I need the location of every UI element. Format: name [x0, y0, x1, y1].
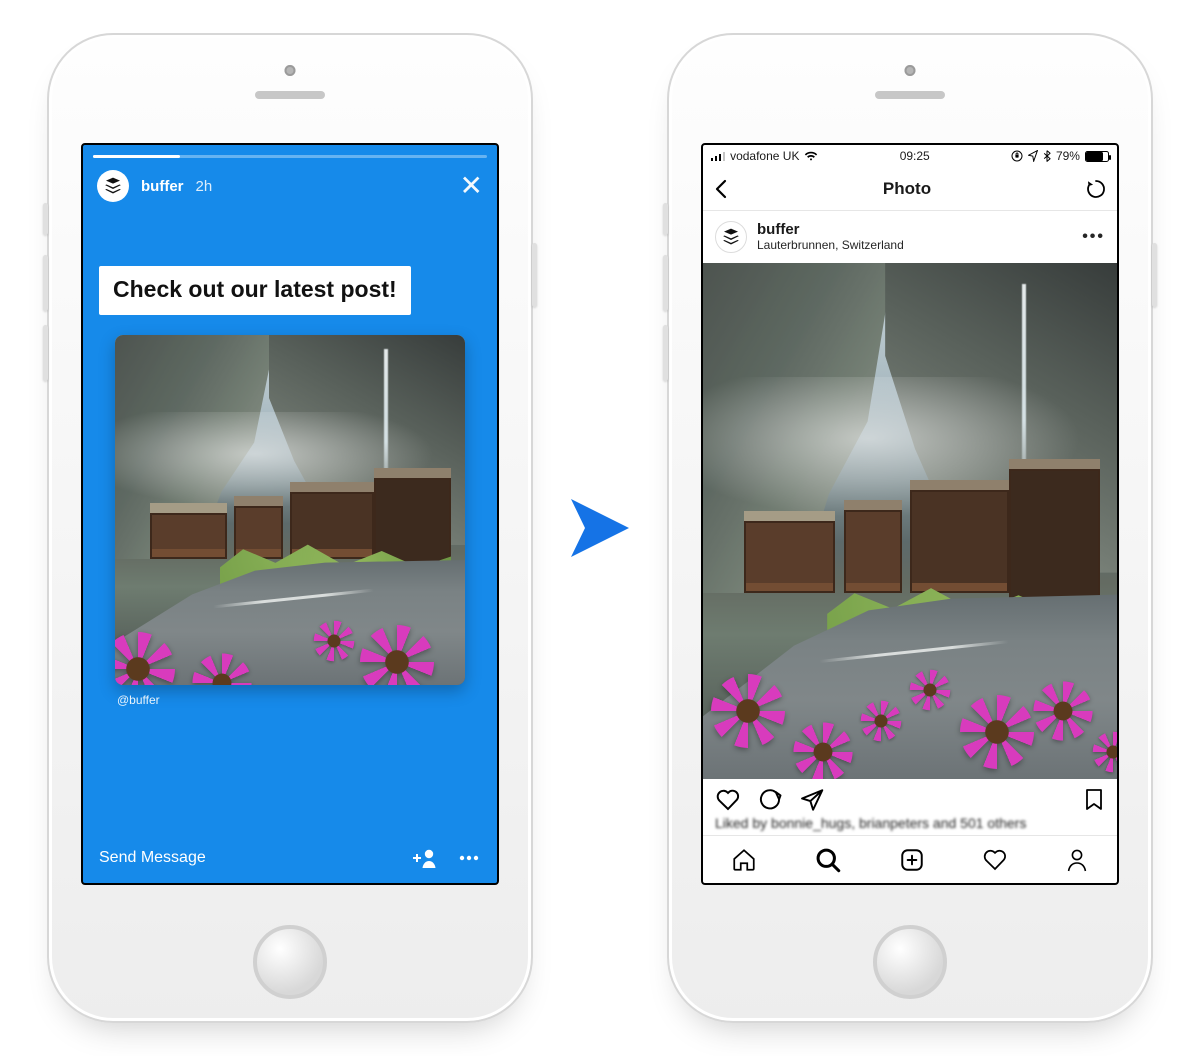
wifi-icon [804, 151, 818, 161]
tab-activity-icon[interactable] [982, 847, 1008, 873]
post-location[interactable]: Lauterbrunnen, Switzerland [757, 238, 904, 252]
story-post-preview[interactable] [115, 335, 465, 685]
power-button [1152, 243, 1157, 307]
volume-down-button [663, 325, 668, 381]
tab-new-post-icon[interactable] [899, 847, 925, 873]
instagram-story[interactable]: buffer 2h ✕ Check out our latest post! @… [83, 145, 497, 883]
back-icon[interactable] [713, 179, 729, 199]
mute-switch [663, 203, 668, 235]
story-attribution[interactable]: @buffer [117, 693, 463, 707]
share-icon[interactable] [799, 787, 825, 813]
story-footer: Send Message [83, 833, 497, 883]
status-time: 09:25 [900, 149, 930, 163]
story-cta-sticker: Check out our latest post! [99, 266, 411, 315]
post-photo-preview [115, 335, 465, 685]
likes-line[interactable]: Liked by bonnie_hugs, brianpeters and 50… [703, 815, 1117, 835]
buffer-logo-icon [721, 227, 741, 247]
nav-bar: Photo [703, 167, 1117, 211]
phone-speaker [255, 91, 325, 99]
like-icon[interactable] [715, 787, 741, 813]
arrow-icon [567, 493, 633, 563]
story-progress [93, 155, 487, 158]
phone-left-screen: buffer 2h ✕ Check out our latest post! @… [81, 143, 499, 885]
post-header: buffer Lauterbrunnen, Switzerland ••• [703, 211, 1117, 263]
post-photo[interactable] [703, 263, 1117, 779]
story-username[interactable]: buffer [141, 178, 184, 195]
orientation-lock-icon [1011, 150, 1023, 162]
tab-bar [703, 835, 1117, 883]
add-friend-icon[interactable] [409, 847, 437, 869]
volume-up-button [43, 255, 48, 311]
status-bar: vodafone UK 09:25 [703, 145, 1117, 167]
tab-search-icon[interactable] [814, 846, 842, 874]
nav-title: Photo [883, 179, 931, 199]
bookmark-icon[interactable] [1083, 787, 1105, 813]
tab-profile-icon[interactable] [1065, 847, 1089, 873]
bluetooth-icon [1043, 150, 1051, 162]
phone-camera [905, 65, 916, 76]
phone-right-screen: vodafone UK 09:25 [701, 143, 1119, 885]
home-button[interactable] [873, 925, 947, 999]
send-message-button[interactable]: Send Message [99, 849, 206, 867]
volume-up-button [663, 255, 668, 311]
story-timestamp: 2h [196, 178, 213, 195]
story-avatar[interactable] [97, 170, 129, 202]
phone-camera [285, 65, 296, 76]
tab-home-icon[interactable] [731, 847, 757, 873]
phone-left: buffer 2h ✕ Check out our latest post! @… [47, 33, 533, 1023]
post-username[interactable]: buffer [757, 222, 904, 239]
buffer-logo-icon [103, 176, 123, 196]
refresh-icon[interactable] [1085, 178, 1107, 200]
post-more-icon[interactable]: ••• [1082, 228, 1105, 246]
post-avatar[interactable] [715, 221, 747, 253]
battery-icon [1085, 151, 1109, 162]
carrier-label: vodafone UK [730, 149, 799, 163]
battery-pct: 79% [1056, 149, 1080, 163]
mute-switch [43, 203, 48, 235]
home-button[interactable] [253, 925, 327, 999]
signal-icon [711, 151, 725, 161]
more-icon[interactable] [457, 847, 481, 869]
comment-icon[interactable] [757, 787, 783, 813]
close-icon[interactable]: ✕ [460, 172, 483, 200]
instagram-feed: vodafone UK 09:25 [703, 145, 1117, 883]
phone-speaker [875, 91, 945, 99]
location-services-icon [1028, 150, 1038, 162]
volume-down-button [43, 325, 48, 381]
phone-right: vodafone UK 09:25 [667, 33, 1153, 1023]
post-action-row [703, 779, 1117, 815]
power-button [532, 243, 537, 307]
story-header: buffer 2h ✕ [83, 158, 497, 210]
